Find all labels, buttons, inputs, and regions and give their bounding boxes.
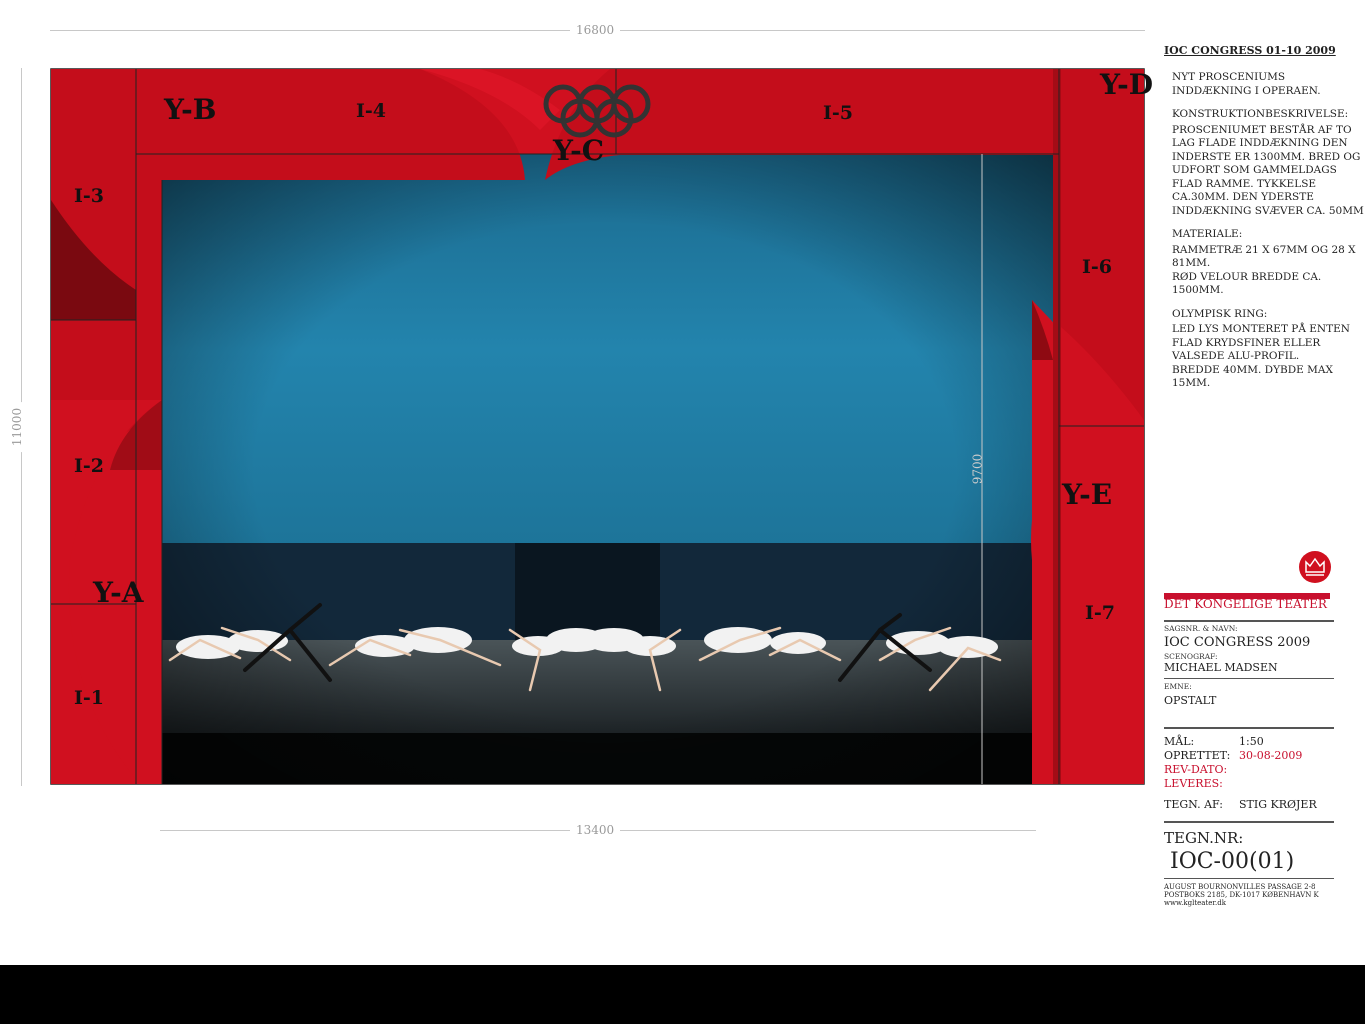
created-row: OPRETTET: 30-08-2009 — [1164, 749, 1334, 763]
zone-label-i-6: I-6 — [1082, 256, 1112, 278]
notes-ring: LED LYS MONTERET PÅ ENTEN FLAD KRYDSFINE… — [1172, 323, 1350, 389]
proscenium-elevation — [50, 68, 1145, 785]
scenographer-label: SCENOGRAF: — [1164, 652, 1218, 661]
address-line-2: POSTBOKS 2185, DK-1017 KØBENHAVN K — [1164, 891, 1319, 899]
website-link[interactable]: www.kglteater.dk — [1164, 899, 1334, 907]
dim-inner-height: 9700 — [970, 453, 985, 485]
zone-label-y-a: Y-A — [93, 576, 144, 609]
drawn-row: TEGN. AF: STIG KRØJER — [1164, 798, 1334, 812]
title-block: DET KONGELIGE TEATER SAGSNR. & NAVN: IOC… — [1164, 550, 1334, 907]
created-value: 30-08-2009 — [1239, 749, 1303, 762]
zone-label-i-5: I-5 — [823, 102, 853, 124]
subject-label: EMNE: — [1164, 682, 1192, 691]
drawing-no-value: IOC-00(01) — [1170, 849, 1295, 874]
crown-logo-icon — [1299, 551, 1331, 583]
zone-label-i-3: I-3 — [74, 185, 104, 207]
scenographer-value: MICHAEL MADSEN — [1164, 661, 1278, 674]
scale-row: MÅL: 1:50 — [1164, 735, 1334, 749]
zone-label-y-d: Y-D — [1100, 68, 1154, 101]
drawing-sheet: 16800 11000 13400 Y-B I-4 Y-C I-5 Y-D I-… — [0, 0, 1365, 965]
address-line-1: AUGUST BOURNONVILLES PASSAGE 2-8 — [1164, 883, 1316, 891]
notes-panel: IOC CONGRESS 01-10 2009 NYT PROSCENIUMS … — [1164, 44, 1364, 401]
deliver-label: LEVERES: — [1164, 777, 1223, 790]
zone-label-i-1: I-1 — [74, 687, 104, 709]
zone-label-i-2: I-2 — [74, 455, 104, 477]
zone-label-i-7: I-7 — [1085, 602, 1115, 624]
theatre-name: DET KONGELIGE TEATER — [1164, 597, 1327, 611]
notes-construction-heading: KONSTRUKTIONBESKRIVELSE: — [1172, 108, 1349, 120]
zone-label-y-b: Y-B — [164, 93, 217, 126]
case-label: SAGSNR. & NAVN: — [1164, 624, 1238, 633]
drawn-label: TEGN. AF: — [1164, 798, 1223, 811]
zone-label-i-4: I-4 — [356, 100, 386, 122]
rev-row: REV-DATO: — [1164, 763, 1334, 777]
notes-ring-heading: OLYMPISK RING: — [1172, 307, 1268, 320]
zone-label-y-e: Y-E — [1062, 478, 1113, 511]
notes-material: RAMMETRÆ 21 X 67MM OG 28 X 81MM. RØD VEL… — [1172, 243, 1356, 297]
subject-value: OPSTALT — [1164, 694, 1217, 707]
scale-value: 1:50 — [1239, 735, 1264, 748]
scale-label: MÅL: — [1164, 735, 1195, 748]
notes-construction: PROSCENIUMET BESTÅR AF TO LAG FLADE INDD… — [1172, 123, 1364, 217]
case-value: IOC CONGRESS 2009 — [1164, 635, 1311, 650]
notes-intro: NYT PROSCENIUMS INDDÆKNING I OPERAEN. — [1172, 71, 1321, 97]
rev-label: REV-DATO: — [1164, 763, 1228, 776]
drawing-no-label: TEGN.NR: — [1164, 829, 1244, 847]
created-label: OPRETTET: — [1164, 749, 1231, 762]
zone-label-y-c: Y-C — [553, 134, 605, 167]
drawn-value: STIG KRØJER — [1239, 798, 1317, 811]
notes-material-heading: MATERIALE: — [1172, 228, 1243, 240]
notes-title: IOC CONGRESS 01-10 2009 — [1164, 44, 1336, 57]
deliver-row: LEVERES: — [1164, 777, 1334, 791]
